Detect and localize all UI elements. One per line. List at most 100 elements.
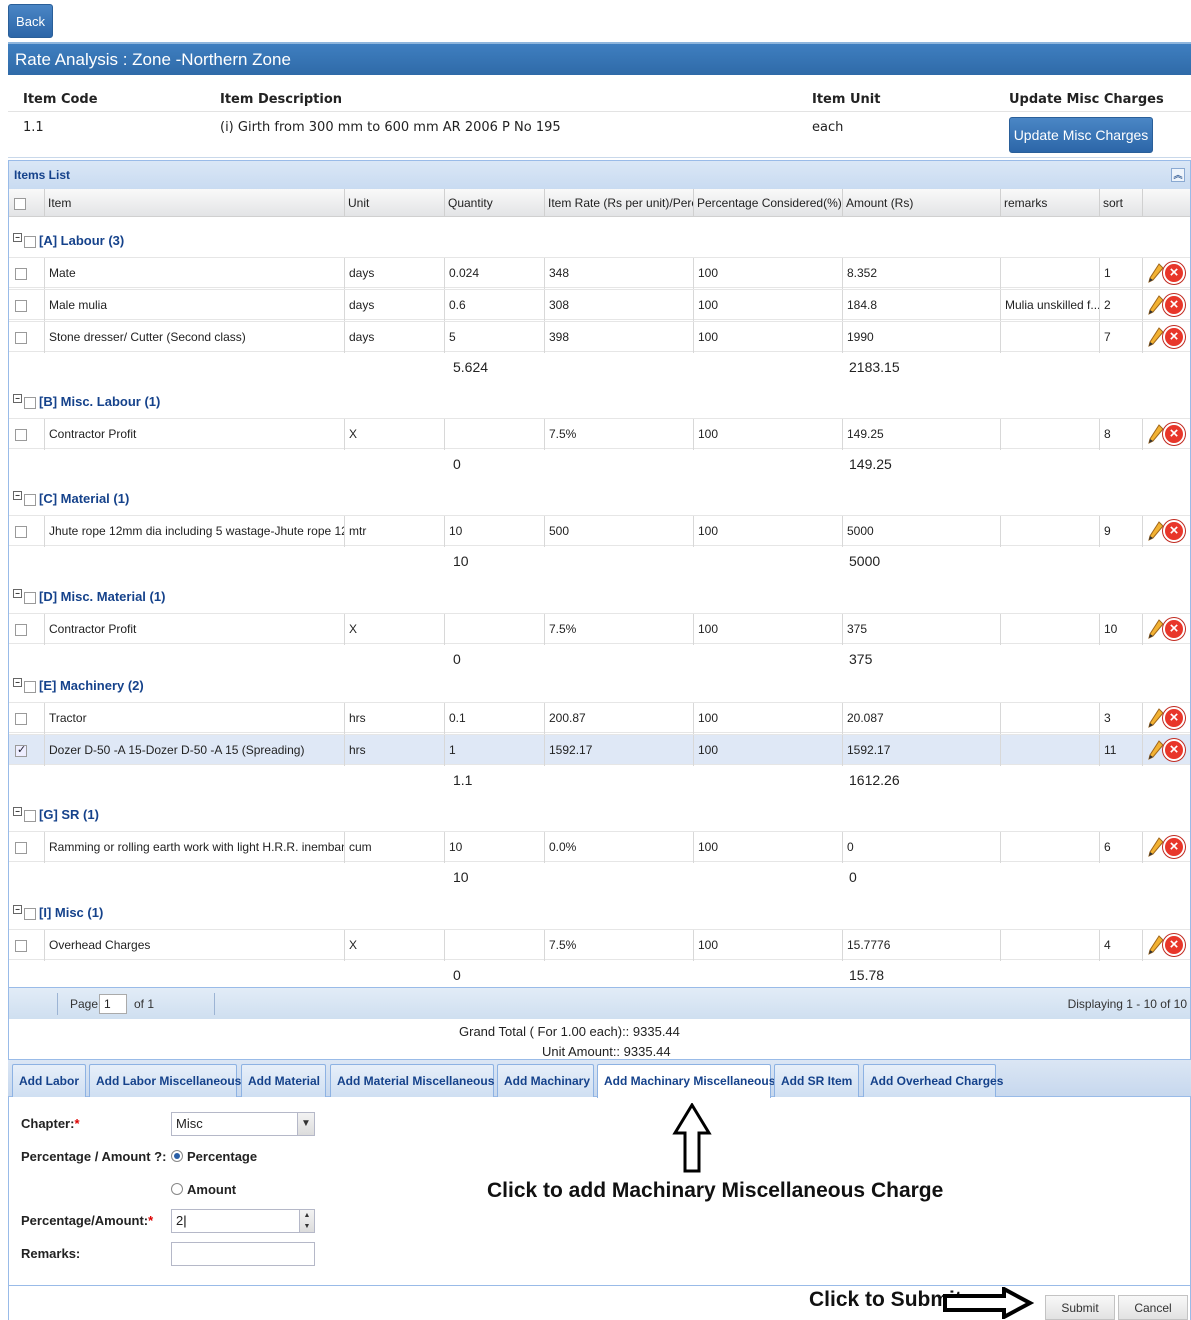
collapse-minus-icon[interactable]: − (13, 807, 22, 816)
col-remarks[interactable]: remarks (1001, 189, 1100, 217)
table-row[interactable]: Contractor Profit X 7.5% 100 375 10 × (9, 613, 1190, 645)
row-checkbox[interactable] (15, 331, 27, 344)
percentage-amount-input[interactable]: 2| ▲ ▼ (171, 1209, 315, 1233)
row-checkbox[interactable] (15, 939, 27, 952)
update-misc-charges-button[interactable]: Update Misc Charges (1009, 117, 1153, 153)
row-checkbox-cell[interactable] (9, 614, 45, 645)
edit-pencil-icon[interactable] (1148, 707, 1164, 732)
row-checkbox-cell[interactable] (9, 735, 45, 766)
tab-add-sr-item[interactable]: Add SR Item (774, 1064, 859, 1097)
row-checkbox-cell[interactable] (9, 419, 45, 450)
row-checkbox-cell[interactable] (9, 832, 45, 863)
item-header: Item Code Item Description Item Unit Upd… (8, 78, 1191, 158)
percentage-radio[interactable] (171, 1150, 183, 1162)
edit-pencil-icon[interactable] (1148, 618, 1164, 643)
delete-icon[interactable]: × (1163, 707, 1185, 729)
group-checkbox[interactable] (24, 493, 36, 506)
row-checkbox[interactable] (15, 712, 27, 725)
cell-sort: 3 (1100, 703, 1143, 734)
row-checkbox[interactable] (15, 841, 27, 854)
delete-icon[interactable]: × (1163, 262, 1185, 284)
row-checkbox[interactable] (15, 525, 27, 538)
row-checkbox-cell[interactable] (9, 258, 45, 289)
collapse-minus-icon[interactable]: − (13, 678, 22, 687)
spinner-icon[interactable]: ▲ ▼ (299, 1210, 314, 1232)
group-checkbox[interactable] (24, 235, 36, 248)
edit-pencil-icon[interactable] (1148, 520, 1164, 545)
chapter-select[interactable]: Misc ▼ (171, 1112, 315, 1136)
delete-icon[interactable]: × (1163, 326, 1185, 348)
edit-pencil-icon[interactable] (1148, 326, 1164, 351)
col-percentage[interactable]: Percentage Considered(%) (694, 189, 843, 217)
delete-icon[interactable]: × (1163, 934, 1185, 956)
remarks-input[interactable] (171, 1242, 315, 1266)
table-row[interactable]: Mate days 0.024 348 100 8.352 1 × (9, 257, 1190, 289)
group-checkbox[interactable] (24, 680, 36, 693)
collapse-minus-icon[interactable]: − (13, 589, 22, 598)
tab-add-labor[interactable]: Add Labor (12, 1064, 86, 1097)
table-row[interactable]: Stone dresser/ Cutter (Second class) days… (9, 321, 1190, 353)
col-quantity[interactable]: Quantity (445, 189, 545, 217)
row-checkbox-cell[interactable] (9, 322, 45, 353)
delete-icon[interactable]: × (1163, 618, 1185, 640)
col-item[interactable]: Item (45, 189, 345, 217)
tab-add-machinary[interactable]: Add Machinary (497, 1064, 594, 1097)
row-checkbox-cell[interactable] (9, 930, 45, 961)
edit-pencil-icon[interactable] (1148, 262, 1164, 287)
edit-pencil-icon[interactable] (1148, 423, 1164, 448)
update-misc-label: Update Misc Charges (1009, 92, 1164, 107)
group-checkbox[interactable] (24, 591, 36, 604)
row-checkbox[interactable] (15, 623, 27, 636)
delete-icon[interactable]: × (1163, 836, 1185, 858)
table-row[interactable]: Ramming or rolling earth work with light… (9, 831, 1190, 863)
page-number-input[interactable]: 1 (99, 994, 127, 1014)
delete-icon[interactable]: × (1163, 294, 1185, 316)
row-checkbox[interactable] (15, 743, 27, 757)
delete-icon[interactable]: × (1163, 423, 1185, 445)
collapse-minus-icon[interactable]: − (13, 905, 22, 914)
collapse-minus-icon[interactable]: − (13, 233, 22, 242)
group-checkbox[interactable] (24, 396, 36, 409)
edit-pencil-icon[interactable] (1148, 294, 1164, 319)
tab-add-material-misc[interactable]: Add Material Miscellaneous (330, 1064, 494, 1097)
back-button[interactable]: Back (8, 4, 53, 38)
edit-pencil-icon[interactable] (1148, 934, 1164, 959)
group-checkbox[interactable] (24, 809, 36, 822)
row-checkbox-cell[interactable] (9, 290, 45, 321)
cell-qty: 10 (445, 832, 545, 863)
row-checkbox[interactable] (15, 299, 27, 312)
delete-icon[interactable]: × (1163, 739, 1185, 761)
tab-add-material[interactable]: Add Material (241, 1064, 326, 1097)
col-unit[interactable]: Unit (345, 189, 445, 217)
col-sort[interactable]: sort (1100, 189, 1143, 217)
collapse-up-icon[interactable]: ︽ (1171, 168, 1185, 182)
cell-rate: 1592.17 (545, 735, 694, 766)
tab-add-overhead[interactable]: Add Overhead Charges (863, 1064, 1003, 1097)
col-item-rate[interactable]: Item Rate (Rs per unit)/Percent (545, 189, 694, 217)
col-amount[interactable]: Amount (Rs) (843, 189, 1001, 217)
tab-add-labor-misc[interactable]: Add Labor Miscellaneous (89, 1064, 241, 1097)
row-checkbox[interactable] (15, 267, 27, 280)
table-row[interactable]: Jhute rope 12mm dia including 5 wastage-… (9, 515, 1190, 547)
submit-button[interactable]: Submit (1045, 1295, 1115, 1320)
delete-icon[interactable]: × (1163, 520, 1185, 542)
table-row[interactable]: Contractor Profit X 7.5% 100 149.25 8 × (9, 418, 1190, 450)
cell-amount: 1592.17 (843, 735, 1001, 766)
group-checkbox[interactable] (24, 907, 36, 920)
edit-pencil-icon[interactable] (1148, 836, 1164, 861)
chevron-down-icon[interactable]: ▼ (297, 1113, 314, 1135)
row-checkbox-cell[interactable] (9, 703, 45, 734)
row-checkbox-cell[interactable] (9, 516, 45, 547)
table-row[interactable]: Tractor hrs 0.1 200.87 100 20.087 3 × (9, 702, 1190, 734)
collapse-minus-icon[interactable]: − (13, 394, 22, 403)
collapse-minus-icon[interactable]: − (13, 491, 22, 500)
row-checkbox[interactable] (15, 428, 27, 441)
edit-pencil-icon[interactable] (1148, 739, 1164, 764)
cancel-button[interactable]: Cancel (1118, 1295, 1188, 1320)
tab-add-machinary-misc[interactable]: Add Machinary Miscellaneous (597, 1064, 775, 1098)
table-row[interactable]: Overhead Charges X 7.5% 100 15.7776 4 × (9, 929, 1190, 961)
table-row[interactable]: Male mulia days 0.6 308 100 184.8 Mulia unskil… (9, 289, 1190, 321)
select-all-checkbox[interactable] (9, 189, 45, 217)
table-row[interactable]: Dozer D-50 -A 15-Dozer D-50 -A 15 (Sprea… (9, 734, 1190, 766)
amount-radio[interactable] (171, 1183, 183, 1195)
